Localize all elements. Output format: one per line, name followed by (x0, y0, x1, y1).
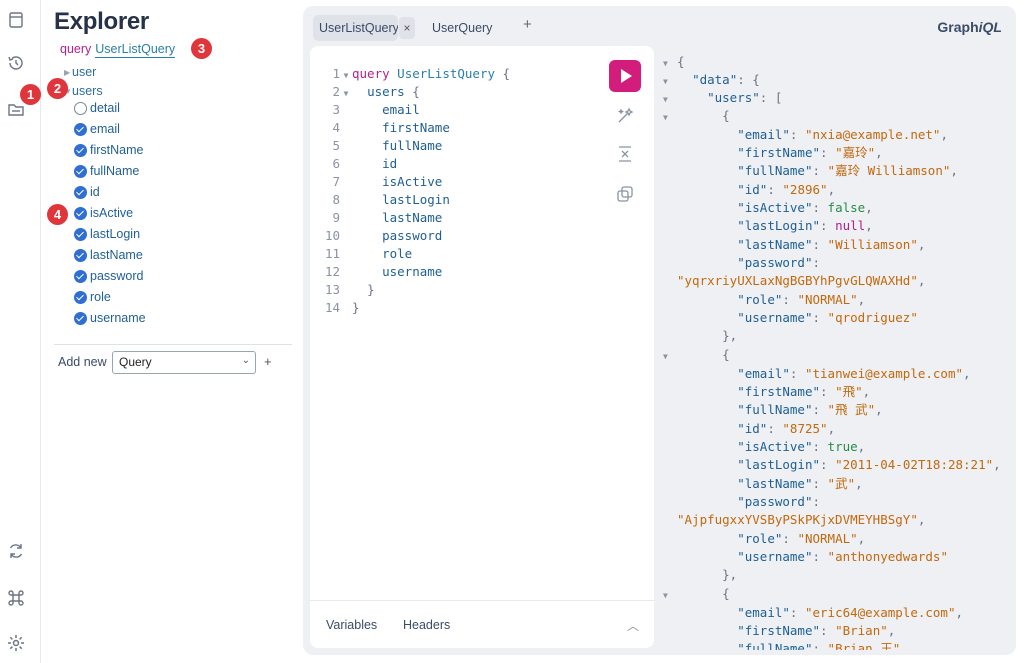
editor-tools-footer: Variables Headers ︿ (310, 600, 654, 648)
field-checkbox-fullName[interactable] (74, 165, 87, 178)
field-checkbox-isActive[interactable] (74, 207, 87, 220)
divider (54, 344, 292, 345)
annotation-badge-2: 2 (47, 78, 68, 99)
chevron-down-icon: ⌄ (241, 355, 250, 366)
field-label-fullName[interactable]: fullName (90, 164, 139, 178)
code-line: 7 isActive (332, 174, 443, 189)
annotation-badge-4: 4 (47, 204, 68, 225)
annotation-badge-1: 1 (20, 84, 41, 105)
tab-userquery[interactable]: UserQuery (432, 15, 492, 41)
field-checkbox-detail[interactable] (74, 102, 87, 115)
tab-userlistquery[interactable]: UserListQuery (313, 15, 398, 41)
tree-item-user[interactable]: ▶ user (64, 65, 96, 79)
field-checkbox-lastLogin[interactable] (74, 228, 87, 241)
field-label-id[interactable]: id (90, 185, 100, 199)
add-new-button[interactable]: + (264, 354, 272, 369)
annotation-badge-3: 3 (191, 38, 212, 59)
code-line: 3 email (332, 102, 420, 117)
field-checkbox-password[interactable] (74, 270, 87, 283)
field-checkbox-username[interactable] (74, 312, 87, 325)
shortcuts-command-icon[interactable] (6, 588, 26, 608)
merge-fragments-icon[interactable] (615, 144, 635, 164)
chevron-up-icon[interactable]: ︿ (627, 617, 639, 634)
copy-query-icon[interactable] (615, 184, 635, 204)
add-tab-button[interactable]: + (523, 16, 532, 33)
field-checkbox-firstName[interactable] (74, 144, 87, 157)
refetch-schema-icon[interactable] (6, 541, 26, 561)
query-keyword: query (60, 42, 92, 56)
code-line: 10 password (324, 228, 443, 243)
field-label-detail[interactable]: detail (90, 101, 120, 115)
field-label-isActive[interactable]: isActive (90, 206, 133, 220)
code-line: 9 lastName (332, 210, 443, 225)
field-label-role[interactable]: role (90, 290, 111, 304)
field-checkbox-id[interactable] (74, 186, 87, 199)
caret-right-icon: ▶ (64, 68, 71, 78)
tree-item-users[interactable]: ▼users (64, 84, 103, 98)
field-checkbox-role[interactable] (74, 291, 87, 304)
add-new-operation-select[interactable]: Query ⌄ (112, 351, 256, 374)
query-header: query UserListQuery (60, 42, 176, 58)
response-viewer: ▼{ ▼ "data": { ▼ "users": [ ▼ { "email":… (663, 54, 1001, 650)
explorer-title: Explorer (54, 8, 149, 35)
prettify-magic-wand-icon[interactable] (615, 106, 635, 126)
query-name-input[interactable]: UserListQuery (95, 42, 176, 58)
field-checkbox-lastName[interactable] (74, 249, 87, 262)
field-checkbox-email[interactable] (74, 123, 87, 136)
field-label-password[interactable]: password (90, 269, 144, 283)
field-label-lastName[interactable]: lastName (90, 248, 143, 262)
variables-tab[interactable]: Variables (326, 618, 377, 632)
code-line: 12 username (324, 264, 443, 279)
code-line: 6 id (332, 156, 398, 171)
graphiql-main: UserListQuery × UserQuery + GraphiQL 1 ▼ q… (303, 6, 1016, 655)
tab-close-icon[interactable]: × (399, 17, 415, 39)
field-label-email[interactable]: email (90, 122, 120, 136)
history-icon[interactable] (6, 53, 26, 73)
code-line: 5 fullName (332, 138, 443, 153)
settings-gear-icon[interactable] (6, 633, 26, 653)
headers-tab[interactable]: Headers (403, 618, 450, 632)
code-line: 11 role (324, 246, 413, 261)
query-editor[interactable]: 1 ▼ query UserListQuery { 2 ▼ users { 3 ema… (310, 46, 654, 648)
code-line: 14 } (324, 300, 360, 315)
execute-query-button[interactable] (609, 60, 641, 92)
code-line: 1 ▼ query UserListQuery { (332, 66, 511, 81)
field-label-username[interactable]: username (90, 311, 146, 325)
graphiql-logo: GraphiQL (937, 19, 1002, 35)
add-new-label: Add new (58, 355, 107, 369)
code-line: 2 ▼ users { (332, 84, 420, 99)
code-line: 13 } (324, 282, 375, 297)
explorer-panel: Explorer query UserListQuery ▶ user ▼users… (42, 0, 292, 663)
docs-icon[interactable] (6, 10, 26, 30)
field-label-firstName[interactable]: firstName (90, 143, 143, 157)
code-line: 8 lastLogin (332, 192, 450, 207)
code-line: 4 firstName (332, 120, 450, 135)
field-label-lastLogin[interactable]: lastLogin (90, 227, 140, 241)
